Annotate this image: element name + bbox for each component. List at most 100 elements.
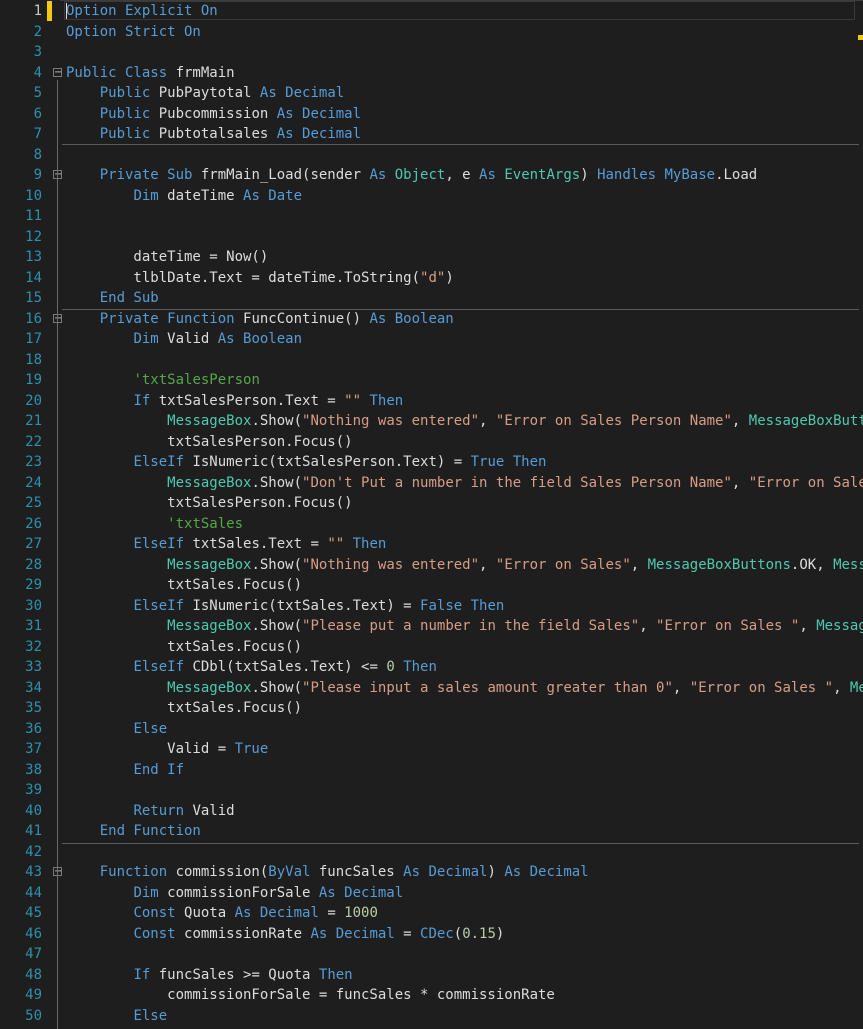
code-line[interactable]: 5 Public PubPaytotal As Decimal <box>0 83 863 104</box>
code-line[interactable]: 37 Valid = True <box>0 739 863 760</box>
code-line[interactable]: 3 <box>0 42 863 63</box>
code-line[interactable]: 29 txtSales.Focus() <box>0 575 863 596</box>
code-line[interactable]: 18 <box>0 350 863 371</box>
code-line[interactable]: 8 <box>0 145 863 166</box>
code-text[interactable]: Else <box>66 719 167 740</box>
method-separator <box>62 843 859 844</box>
code-line[interactable]: 7 Public Pubtotalsales As Decimal <box>0 124 863 145</box>
code-text[interactable]: dateTime = Now() <box>66 247 268 268</box>
code-text[interactable]: Public Class frmMain <box>66 63 235 84</box>
code-line[interactable]: 27 ElseIf txtSales.Text = "" Then <box>0 534 863 555</box>
code-text[interactable]: MessageBox.Show("Please put a number in … <box>66 616 863 637</box>
code-line[interactable]: 21 MessageBox.Show("Nothing was entered"… <box>0 411 863 432</box>
code-line[interactable]: 26 'txtSales <box>0 514 863 535</box>
code-line[interactable]: 33 ElseIf CDbl(txtSales.Text) <= 0 Then <box>0 657 863 678</box>
code-text[interactable]: Public PubPaytotal As Decimal <box>66 83 344 104</box>
code-line[interactable]: 10 Dim dateTime As Date <box>0 186 863 207</box>
code-line[interactable]: 35 txtSales.Focus() <box>0 698 863 719</box>
code-line[interactable]: 31 MessageBox.Show("Please put a number … <box>0 616 863 637</box>
code-line[interactable]: 12 <box>0 227 863 248</box>
code-line[interactable]: 40 Return Valid <box>0 801 863 822</box>
code-text[interactable]: Const Quota As Decimal = 1000 <box>66 903 377 924</box>
code-text[interactable]: txtSales.Focus() <box>66 698 302 719</box>
code-text[interactable]: tlblDate.Text = dateTime.ToString("d") <box>66 268 453 289</box>
code-text[interactable]: If txtSalesPerson.Text = "" Then <box>66 391 403 412</box>
code-text[interactable]: MessageBox.Show("Nothing was entered", "… <box>66 411 863 432</box>
code-line[interactable]: 46 Const commissionRate As Decimal = CDe… <box>0 924 863 945</box>
code-text[interactable]: Public Pubcommission As Decimal <box>66 104 361 125</box>
code-text[interactable]: Private Function FuncContinue() As Boole… <box>66 309 454 330</box>
code-text[interactable]: txtSalesPerson.Focus() <box>66 432 352 453</box>
line-number: 29 <box>25 577 42 593</box>
code-line[interactable]: 15 End Sub <box>0 288 863 309</box>
code-text[interactable]: Private Sub frmMain_Load(sender As Objec… <box>66 165 758 186</box>
code-line[interactable]: 41 End Function <box>0 821 863 842</box>
code-line[interactable]: 36 Else <box>0 719 863 740</box>
code-line[interactable]: 4 − Public Class frmMain <box>0 63 863 84</box>
code-line[interactable]: 20 If txtSalesPerson.Text = "" Then <box>0 391 863 412</box>
code-line[interactable]: 28 MessageBox.Show("Nothing was entered"… <box>0 555 863 576</box>
code-line[interactable]: 50 Else <box>0 1006 863 1027</box>
line-number: 47 <box>25 946 42 962</box>
code-text[interactable]: txtSalesPerson.Focus() <box>66 493 352 514</box>
code-line[interactable]: 48 If funcSales >= Quota Then <box>0 965 863 986</box>
code-text[interactable]: Option Explicit On <box>66 1 218 22</box>
code-line[interactable]: 23 ElseIf IsNumeric(txtSalesPerson.Text)… <box>0 452 863 473</box>
code-line[interactable]: 9− Private Sub frmMain_Load(sender As Ob… <box>0 165 863 186</box>
code-line[interactable]: 17 Dim Valid As Boolean <box>0 329 863 350</box>
code-text[interactable]: MessageBox.Show("Please input a sales am… <box>66 678 863 699</box>
code-line[interactable]: 43− Function commission(ByVal funcSales … <box>0 862 863 883</box>
code-text[interactable]: ElseIf txtSales.Text = "" Then <box>66 534 386 555</box>
line-number: 24 <box>25 474 42 491</box>
code-text[interactable]: 'txtSalesPerson <box>66 370 259 391</box>
code-text[interactable]: MessageBox.Show("Don't Put a number in t… <box>66 473 863 494</box>
code-text[interactable]: Dim dateTime As Date <box>66 186 302 207</box>
line-number: 48 <box>25 966 42 983</box>
code-text[interactable]: Else <box>66 1006 167 1027</box>
code-line[interactable]: 49 commissionForSale = funcSales * commi… <box>0 985 863 1006</box>
code-text[interactable]: txtSales.Focus() <box>66 575 302 596</box>
code-line[interactable]: 30 ElseIf IsNumeric(txtSales.Text) = Fal… <box>0 596 863 617</box>
code-text[interactable]: txtSales.Focus() <box>66 637 302 658</box>
code-line[interactable]: 19 'txtSalesPerson <box>0 370 863 391</box>
code-line[interactable]: 16− Private Function FuncContinue() As B… <box>0 309 863 330</box>
code-text[interactable]: ElseIf IsNumeric(txtSalesPerson.Text) = … <box>66 452 546 473</box>
code-line[interactable]: 38 End If <box>0 760 863 781</box>
code-line[interactable]: 39 <box>0 780 863 801</box>
code-line[interactable]: 6 Public Pubcommission As Decimal <box>0 104 863 125</box>
code-text[interactable]: Return Valid <box>66 801 234 822</box>
code-text[interactable]: ElseIf IsNumeric(txtSales.Text) = False … <box>66 596 504 617</box>
code-text[interactable]: Valid = True <box>66 739 268 760</box>
code-text[interactable]: ElseIf CDbl(txtSales.Text) <= 0 Then <box>66 657 436 678</box>
code-line[interactable]: 11 <box>0 206 863 227</box>
code-line[interactable]: 14 tlblDate.Text = dateTime.ToString("d"… <box>0 268 863 289</box>
code-text[interactable]: Dim commissionForSale As Decimal <box>66 883 403 904</box>
collapse-icon[interactable]: − <box>53 67 62 77</box>
code-text[interactable]: MessageBox.Show("Nothing was entered", "… <box>66 555 863 576</box>
code-text[interactable]: If funcSales >= Quota Then <box>66 965 352 986</box>
code-line[interactable]: 32 txtSales.Focus() <box>0 637 863 658</box>
code-text[interactable]: End Function <box>66 821 201 842</box>
code-text[interactable]: End If <box>66 760 184 781</box>
code-text[interactable]: commissionForSale = funcSales * commissi… <box>66 985 555 1006</box>
code-line[interactable]: 45 Const Quota As Decimal = 1000 <box>0 903 863 924</box>
code-line[interactable]: 13 dateTime = Now() <box>0 247 863 268</box>
code-text[interactable]: Public Pubtotalsales As Decimal <box>66 124 361 145</box>
code-line[interactable]: 1 Option Explicit On <box>0 1 863 22</box>
code-line[interactable]: 2 Option Strict On <box>0 22 863 43</box>
code-line[interactable]: 34 MessageBox.Show("Please input a sales… <box>0 678 863 699</box>
code-text[interactable]: End Sub <box>66 288 159 309</box>
code-text[interactable]: Dim Valid As Boolean <box>66 329 302 350</box>
code-text[interactable]: 'txtSales <box>66 514 243 535</box>
code-line[interactable]: 44 Dim commissionForSale As Decimal <box>0 883 863 904</box>
line-number: 12 <box>25 228 42 245</box>
code-line[interactable]: 42 <box>0 842 863 863</box>
code-editor[interactable]: 1 Option Explicit On 2 Option Strict On 3 4− P… <box>0 0 863 1029</box>
code-line[interactable]: 47 <box>0 944 863 965</box>
code-text[interactable]: Const commissionRate As Decimal = CDec(0… <box>66 924 504 945</box>
code-line[interactable]: 22 txtSalesPerson.Focus() <box>0 432 863 453</box>
code-text[interactable]: Option Strict On <box>66 22 201 43</box>
code-text[interactable]: Function commission(ByVal funcSales As D… <box>66 862 589 883</box>
code-line[interactable]: 24 MessageBox.Show("Don't Put a number i… <box>0 473 863 494</box>
code-line[interactable]: 25 txtSalesPerson.Focus() <box>0 493 863 514</box>
